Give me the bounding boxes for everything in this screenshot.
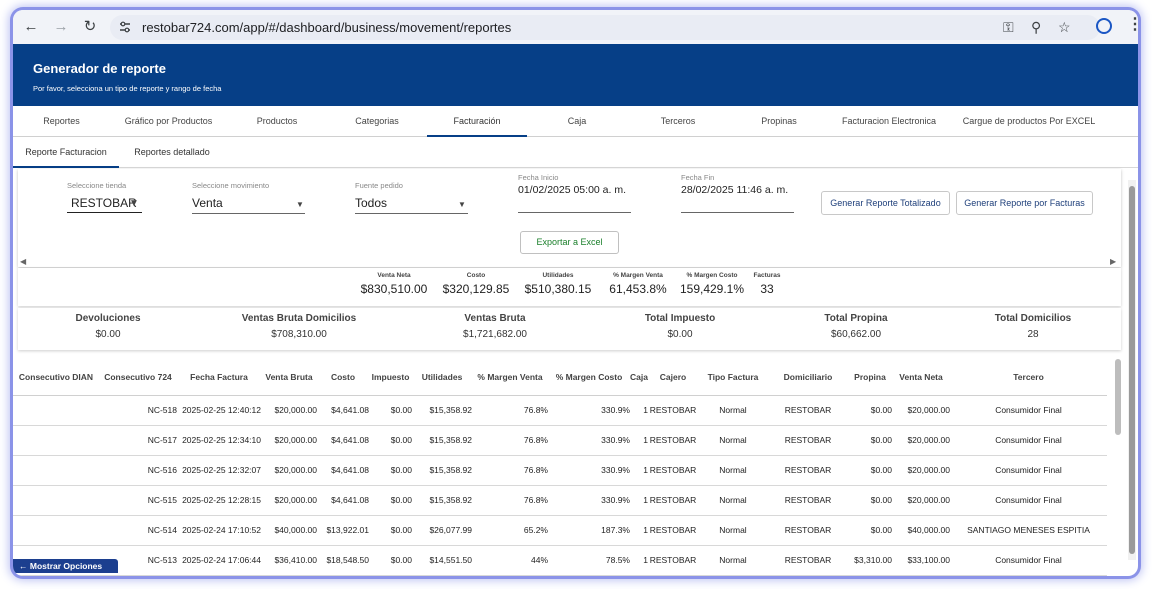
back-icon[interactable]: ←: [21, 17, 41, 37]
source-label: Fuente pedido: [355, 181, 403, 190]
col-propina[interactable]: Propina: [848, 359, 892, 396]
generate-total-report-button[interactable]: Generar Reporte Totalizado: [821, 191, 950, 215]
total-propina-summary: Total Propina $60,662.00: [824, 313, 888, 340]
table-row[interactable]: NC-517 2025-02-25 12:34:10 $20,000.00 $4…: [13, 425, 1107, 456]
col-tercero[interactable]: Tercero: [950, 359, 1107, 396]
col-margen-costo[interactable]: % Margen Costo: [548, 359, 630, 396]
venta-neta-summary: Venta Neta $830,510.00: [360, 272, 428, 296]
reload-icon[interactable]: ↻: [80, 17, 100, 37]
dropdown-arrow-icon[interactable]: ▼: [458, 200, 466, 209]
table-header-row: Consecutivo DIAN Consecutivo 724 Fecha F…: [13, 359, 1107, 396]
show-options-button[interactable]: ← Mostrar Opciones: [13, 559, 118, 573]
col-cajero[interactable]: Cajero: [648, 359, 698, 396]
zoom-icon[interactable]: ⚲: [1031, 19, 1041, 36]
browser-toolbar: ← → ↻ restobar724.com/app/#/dashboard/bu…: [13, 10, 1138, 44]
table-row[interactable]: NC-514 2025-02-24 17:10:52 $40,000.00 $1…: [13, 515, 1107, 546]
tab-cargue-excel[interactable]: Cargue de productos Por EXCEL: [949, 106, 1109, 137]
col-domiciliario[interactable]: Domiciliario: [768, 359, 848, 396]
table-row[interactable]: NC-518 2025-02-25 12:40:12 $20,000.00 $4…: [13, 395, 1107, 426]
col-costo[interactable]: Costo: [317, 359, 369, 396]
col-impuesto[interactable]: Impuesto: [369, 359, 412, 396]
margen-venta-summary: % Margen Venta 61,453.8%: [609, 272, 667, 296]
end-date-label: Fecha Fin: [681, 173, 715, 182]
ventas-bruta-summary: Ventas Bruta $1,721,682.00: [463, 313, 527, 340]
page-title: Generador de reporte: [33, 61, 166, 76]
page-header: Generador de reporte Por favor, seleccio…: [13, 44, 1138, 106]
browser-window: ← → ↻ restobar724.com/app/#/dashboard/bu…: [13, 10, 1138, 576]
movement-underline: [192, 213, 305, 214]
report-tabs: Reportes Gráfico por Productos Productos…: [13, 106, 1138, 137]
invoice-table: Consecutivo DIAN Consecutivo 724 Fecha F…: [13, 359, 1121, 576]
total-impuesto-summary: Total Impuesto $0.00: [644, 313, 716, 340]
source-underline: [355, 213, 468, 214]
profile-icon[interactable]: [1096, 18, 1112, 34]
subtab-reporte-facturacion[interactable]: Reporte Facturacion: [13, 137, 119, 168]
table-row[interactable]: NC-515 2025-02-25 12:28:15 $20,000.00 $4…: [13, 485, 1107, 516]
address-bar[interactable]: restobar724.com/app/#/dashboard/business…: [110, 15, 1100, 40]
table-row[interactable]: NC-513 2025-02-24 17:06:44 $36,410.00 $1…: [13, 545, 1107, 576]
facturas-summary: Facturas 33: [753, 272, 781, 296]
store-label: Seleccione tienda: [67, 181, 127, 190]
costo-summary: Costo $320,129.85: [442, 272, 510, 296]
col-fecha-factura[interactable]: Fecha Factura: [177, 359, 261, 396]
movement-select[interactable]: Venta: [192, 196, 223, 210]
utilidades-summary: Utilidades $510,380.15: [524, 272, 592, 296]
col-margen-venta[interactable]: % Margen Venta: [472, 359, 548, 396]
site-settings-icon[interactable]: [118, 20, 132, 34]
total-domicilios-summary: Total Domicilios 28: [994, 313, 1072, 340]
sub-tabs: Reporte Facturacion Reportes detallado: [13, 137, 1138, 168]
page-scrollbar-thumb[interactable]: [1129, 186, 1135, 554]
tab-propinas[interactable]: Propinas: [729, 106, 829, 137]
col-venta-neta[interactable]: Venta Neta: [892, 359, 950, 396]
generate-invoice-report-button[interactable]: Generar Reporte por Facturas: [956, 191, 1093, 215]
summary-secondary: Devoluciones $0.00 Ventas Bruta Domicili…: [18, 308, 1121, 350]
tab-reportes[interactable]: Reportes: [13, 106, 110, 137]
col-consecutivo-dian[interactable]: Consecutivo DIAN: [13, 359, 99, 396]
forward-icon[interactable]: →: [51, 17, 71, 37]
col-utilidades[interactable]: Utilidades: [412, 359, 472, 396]
password-key-icon[interactable]: ⚿: [1003, 19, 1014, 36]
page-subtitle: Por favor, selecciona un tipo de reporte…: [33, 84, 222, 93]
store-select[interactable]: RESTOBAR: [71, 196, 137, 210]
arrow-left-icon: ←: [19, 561, 28, 571]
tab-facturacion-electronica[interactable]: Facturacion Electronica: [829, 106, 949, 137]
tab-categorias[interactable]: Categorias: [327, 106, 427, 137]
end-date-input[interactable]: 28/02/2025 11:46 a. m.: [681, 184, 788, 196]
source-select[interactable]: Todos: [355, 196, 387, 210]
col-tipo-factura[interactable]: Tipo Factura: [698, 359, 768, 396]
dropdown-arrow-icon[interactable]: ▼: [296, 200, 304, 209]
chevron-down-icon[interactable]: ▼: [129, 198, 139, 209]
filter-panel: Seleccione tienda RESTOBAR ▼ Seleccione …: [18, 169, 1121, 267]
scroll-right-icon[interactable]: ▶: [1110, 257, 1116, 266]
show-options-label: Mostrar Opciones: [29, 561, 103, 571]
margen-costo-summary: % Margen Costo 159,429.1%: [679, 272, 745, 296]
start-date-label: Fecha Inicio: [518, 173, 559, 182]
table-row[interactable]: NC-516 2025-02-25 12:32:07 $20,000.00 $4…: [13, 455, 1107, 486]
devoluciones-summary: Devoluciones $0.00: [75, 313, 141, 340]
menu-dots-icon[interactable]: ⋮: [1127, 14, 1138, 34]
start-date-underline: [518, 212, 631, 213]
table-scrollbar-thumb[interactable]: [1115, 359, 1121, 435]
col-consecutivo-724[interactable]: Consecutivo 724: [99, 359, 177, 396]
start-date-input[interactable]: 01/02/2025 05:00 a. m.: [518, 184, 626, 196]
col-caja[interactable]: Caja: [630, 359, 648, 396]
scroll-left-icon[interactable]: ◀: [20, 257, 26, 266]
movement-label: Seleccione movimiento: [192, 181, 270, 190]
summary-totals: Venta Neta $830,510.00 Costo $320,129.85…: [18, 268, 1121, 306]
end-date-underline: [681, 212, 794, 213]
url-text[interactable]: restobar724.com/app/#/dashboard/business…: [142, 20, 511, 35]
export-excel-button[interactable]: Exportar a Excel: [520, 231, 619, 254]
tab-caja[interactable]: Caja: [527, 106, 627, 137]
tab-productos[interactable]: Productos: [227, 106, 327, 137]
store-underline: [67, 212, 142, 213]
tab-terceros[interactable]: Terceros: [627, 106, 729, 137]
tab-facturacion[interactable]: Facturación: [427, 106, 527, 137]
col-venta-bruta[interactable]: Venta Bruta: [261, 359, 317, 396]
ventas-bruta-domicilios-summary: Ventas Bruta Domicilios $708,310.00: [241, 313, 357, 340]
page-scrollbar[interactable]: [1128, 180, 1136, 560]
tab-grafico-productos[interactable]: Gráfico por Productos: [110, 106, 227, 137]
bookmark-star-icon[interactable]: ☆: [1058, 19, 1071, 36]
subtab-reportes-detallado[interactable]: Reportes detallado: [119, 137, 225, 168]
